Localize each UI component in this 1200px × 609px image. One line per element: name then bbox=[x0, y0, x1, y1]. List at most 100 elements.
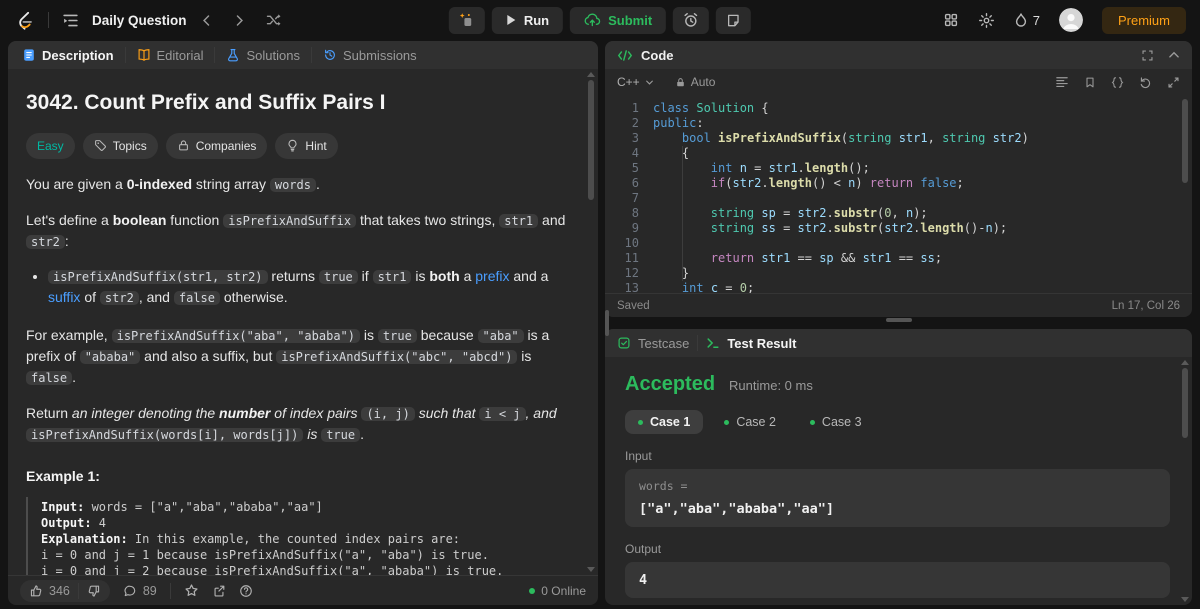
panel-resize-handle-vertical[interactable] bbox=[605, 310, 609, 336]
example-1-heading: Example 1: bbox=[26, 467, 100, 484]
code-icon bbox=[617, 49, 633, 62]
test-result-content: Accepted Runtime: 0 ms Case 1 Case 2 Cas… bbox=[605, 357, 1192, 605]
tab-testcase[interactable]: Testcase bbox=[617, 336, 689, 351]
verdict-status: Accepted bbox=[625, 373, 716, 395]
code-line[interactable]: 10 bbox=[605, 236, 1192, 251]
avatar[interactable] bbox=[1058, 8, 1083, 32]
tab-editorial[interactable]: Editorial bbox=[135, 48, 206, 63]
tag-icon bbox=[94, 139, 107, 152]
topics-badge[interactable]: Topics bbox=[82, 132, 158, 159]
auto-save-indicator[interactable]: Auto bbox=[675, 75, 715, 89]
code-line[interactable]: 11 return str1 == sp && str1 == ss; bbox=[605, 251, 1192, 266]
flame-icon bbox=[1014, 12, 1028, 28]
cloud-upload-icon bbox=[584, 13, 601, 27]
code-line[interactable]: 2 public: bbox=[605, 116, 1192, 131]
hint-badge[interactable]: Hint bbox=[275, 132, 338, 159]
terminal-icon bbox=[706, 336, 720, 350]
shuffle-button[interactable] bbox=[266, 12, 282, 28]
share-button[interactable] bbox=[212, 584, 226, 598]
code-line[interactable]: 9 string ss = str2.substr(str2.length()-… bbox=[605, 221, 1192, 236]
dislike-button[interactable] bbox=[87, 584, 101, 598]
top-navigation-bar: Daily Question Run Submit 7 Premium bbox=[0, 0, 1200, 40]
tab-test-result[interactable]: Test Result bbox=[706, 336, 796, 351]
bookmark-icon[interactable] bbox=[1084, 76, 1096, 89]
tab-submissions[interactable]: Submissions bbox=[321, 48, 419, 63]
streak-indicator[interactable]: 7 bbox=[1014, 12, 1040, 28]
favorite-button[interactable] bbox=[184, 583, 199, 598]
code-toolbar: C++ Auto bbox=[605, 69, 1192, 95]
case-passed-dot-icon bbox=[809, 419, 815, 425]
code-line[interactable]: 5 int n = str1.length(); bbox=[605, 161, 1192, 176]
test-panel: Testcase Test Result Accepted Runtime: 0… bbox=[605, 329, 1192, 605]
case-tabs: Case 1 Case 2 Case 3 bbox=[625, 410, 1170, 434]
difficulty-badge: Easy bbox=[26, 132, 75, 159]
language-selector[interactable]: C++ bbox=[617, 75, 654, 89]
test-panel-header: Testcase Test Result bbox=[605, 329, 1192, 357]
case-3-tab[interactable]: Case 3 bbox=[797, 410, 875, 434]
run-button[interactable]: Run bbox=[491, 6, 564, 34]
description-tab-bar: Description Editorial Solutions Submissi… bbox=[8, 41, 598, 69]
test-scrollbar bbox=[1179, 357, 1191, 605]
submit-button[interactable]: Submit bbox=[570, 6, 667, 34]
comments-button[interactable]: 89 bbox=[123, 584, 157, 598]
code-line[interactable]: 3 bool isPrefixAndSuffix(string str1, st… bbox=[605, 131, 1192, 146]
scroll-up-arrow[interactable] bbox=[587, 72, 595, 77]
indent-guide bbox=[682, 146, 683, 281]
notes-button[interactable] bbox=[716, 6, 752, 34]
code-line[interactable]: 8 string sp = str2.substr(0, n); bbox=[605, 206, 1192, 221]
scroll-down-arrow[interactable] bbox=[587, 567, 595, 572]
feedback-button[interactable] bbox=[239, 584, 253, 598]
scrollbar-thumb[interactable] bbox=[1182, 368, 1188, 438]
like-button[interactable]: 346 bbox=[29, 584, 70, 598]
description-footer: 346 89 0 Online bbox=[8, 575, 598, 605]
input-label: Input bbox=[625, 449, 652, 463]
companies-badge[interactable]: Companies bbox=[165, 132, 268, 159]
code-panel-title: Code bbox=[641, 47, 674, 63]
debug-icon bbox=[459, 12, 475, 28]
daily-question-label[interactable]: Daily Question bbox=[92, 13, 187, 28]
tab-solutions[interactable]: Solutions bbox=[224, 48, 301, 63]
lock-icon bbox=[177, 139, 190, 152]
problem-bullet-1: isPrefixAndSuffix(str1, str2) returns tr… bbox=[48, 266, 568, 308]
prev-question-button[interactable] bbox=[200, 14, 213, 27]
problem-bullet-list: isPrefixAndSuffix(str1, str2) returns tr… bbox=[26, 266, 568, 308]
settings-button[interactable] bbox=[978, 12, 995, 29]
code-line[interactable]: 7 bbox=[605, 191, 1192, 206]
code-editor[interactable]: 1 class Solution {2 public: 3 bool isPrefix… bbox=[605, 95, 1192, 293]
premium-button[interactable]: Premium bbox=[1101, 6, 1186, 34]
checkbox-check-icon bbox=[617, 336, 631, 350]
output-box[interactable]: 4 bbox=[625, 562, 1170, 598]
scroll-down-arrow[interactable] bbox=[1181, 597, 1189, 602]
tab-description[interactable]: Description bbox=[20, 48, 116, 63]
maximize-editor-icon[interactable] bbox=[1167, 76, 1180, 89]
code-line[interactable]: 13 int c = 0; bbox=[605, 281, 1192, 293]
divider bbox=[48, 12, 49, 28]
code-line[interactable]: 4 { bbox=[605, 146, 1192, 161]
case-1-tab[interactable]: Case 1 bbox=[625, 410, 704, 434]
code-line[interactable]: 12 } bbox=[605, 266, 1192, 281]
timer-button[interactable] bbox=[673, 6, 710, 34]
debug-button[interactable] bbox=[448, 6, 485, 34]
collapse-panel-icon[interactable] bbox=[1168, 49, 1180, 61]
scrollbar-thumb[interactable] bbox=[1182, 99, 1188, 183]
input-var-name: words = bbox=[639, 479, 688, 493]
code-line[interactable]: 6 if(str2.length() < n) return false; bbox=[605, 176, 1192, 191]
format-code-icon[interactable] bbox=[1055, 76, 1069, 88]
problem-list-icon[interactable] bbox=[62, 12, 79, 29]
next-question-button[interactable] bbox=[233, 14, 246, 27]
scroll-up-arrow[interactable] bbox=[1181, 360, 1189, 365]
divider bbox=[124, 47, 126, 63]
scrollbar-thumb[interactable] bbox=[588, 80, 594, 200]
flask-icon bbox=[226, 48, 240, 62]
reset-code-icon[interactable] bbox=[1139, 76, 1152, 89]
case-passed-dot-icon bbox=[638, 419, 643, 425]
leetcode-logo[interactable] bbox=[14, 10, 35, 31]
code-line[interactable]: 1 class Solution { bbox=[605, 101, 1192, 116]
problem-statement-1: You are given a 0-indexed string array w… bbox=[26, 175, 320, 192]
fullscreen-icon[interactable] bbox=[1141, 49, 1154, 62]
snippets-icon[interactable] bbox=[1111, 76, 1124, 89]
divider bbox=[697, 335, 699, 351]
apps-grid-button[interactable] bbox=[943, 12, 959, 28]
case-2-tab[interactable]: Case 2 bbox=[711, 410, 789, 434]
input-box[interactable]: words = ["a","aba","ababa","aa"] bbox=[625, 469, 1170, 527]
